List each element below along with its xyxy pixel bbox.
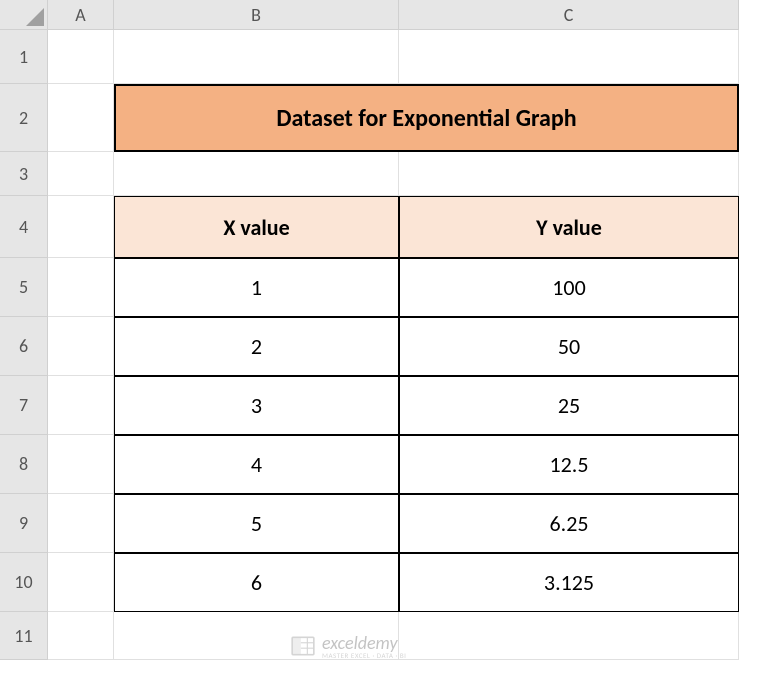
cell-b11[interactable] xyxy=(114,612,399,660)
row-header-9[interactable]: 9 xyxy=(0,494,48,553)
cell-b1[interactable] xyxy=(114,30,399,84)
table-header-x[interactable]: X value xyxy=(114,196,399,258)
cell-a4[interactable] xyxy=(48,196,114,258)
select-all-corner[interactable] xyxy=(0,0,48,30)
table-row[interactable]: 1 xyxy=(114,258,399,317)
title-cell[interactable]: Dataset for Exponential Graph xyxy=(114,84,739,152)
cell-a2[interactable] xyxy=(48,84,114,152)
col-header-a[interactable]: A xyxy=(48,0,114,30)
table-row[interactable]: 6 xyxy=(114,553,399,612)
row-header-3[interactable]: 3 xyxy=(0,152,48,196)
cell-a3[interactable] xyxy=(48,152,114,196)
cell-c3[interactable] xyxy=(399,152,739,196)
row-header-7[interactable]: 7 xyxy=(0,376,48,435)
table-row[interactable]: 6.25 xyxy=(399,494,739,553)
table-row[interactable]: 3 xyxy=(114,376,399,435)
cell-a11[interactable] xyxy=(48,612,114,660)
row-header-2[interactable]: 2 xyxy=(0,84,48,152)
cell-a10[interactable] xyxy=(48,553,114,612)
table-row[interactable]: 2 xyxy=(114,317,399,376)
row-header-5[interactable]: 5 xyxy=(0,258,48,317)
cell-a6[interactable] xyxy=(48,317,114,376)
table-row[interactable]: 25 xyxy=(399,376,739,435)
table-row[interactable]: 5 xyxy=(114,494,399,553)
cell-a5[interactable] xyxy=(48,258,114,317)
cell-a9[interactable] xyxy=(48,494,114,553)
cell-b3[interactable] xyxy=(114,152,399,196)
row-header-4[interactable]: 4 xyxy=(0,196,48,258)
row-header-1[interactable]: 1 xyxy=(0,30,48,84)
spreadsheet-grid: A B C 1 2 Dataset for Exponential Graph … xyxy=(0,0,768,660)
table-row[interactable]: 4 xyxy=(114,435,399,494)
table-row[interactable]: 100 xyxy=(399,258,739,317)
cell-a7[interactable] xyxy=(48,376,114,435)
row-header-6[interactable]: 6 xyxy=(0,317,48,376)
cell-c1[interactable] xyxy=(399,30,739,84)
row-header-10[interactable]: 10 xyxy=(0,553,48,612)
col-header-c[interactable]: C xyxy=(399,0,739,30)
table-header-y[interactable]: Y value xyxy=(399,196,739,258)
col-header-b[interactable]: B xyxy=(114,0,399,30)
table-row[interactable]: 12.5 xyxy=(399,435,739,494)
row-header-8[interactable]: 8 xyxy=(0,435,48,494)
cell-a1[interactable] xyxy=(48,30,114,84)
cell-a8[interactable] xyxy=(48,435,114,494)
cell-c11[interactable] xyxy=(399,612,739,660)
row-header-11[interactable]: 11 xyxy=(0,612,48,660)
table-row[interactable]: 50 xyxy=(399,317,739,376)
table-row[interactable]: 3.125 xyxy=(399,553,739,612)
